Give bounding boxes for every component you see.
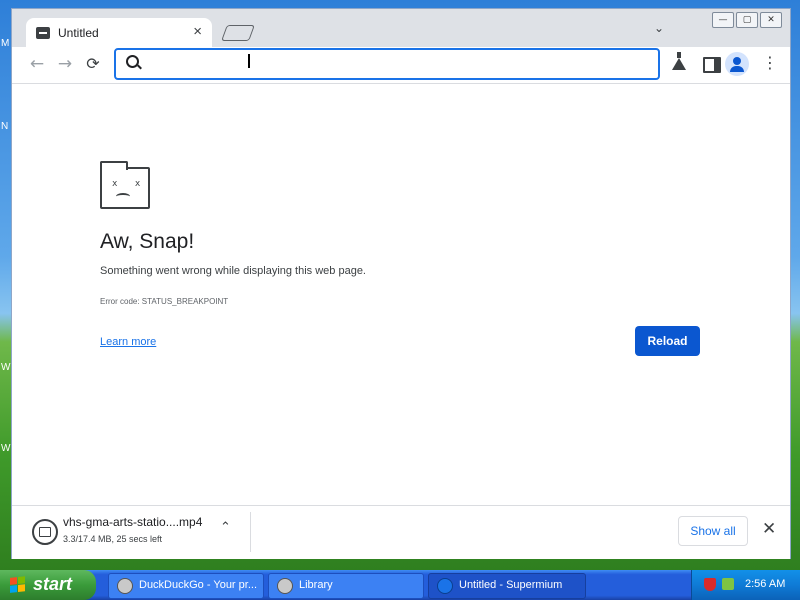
- error-title: Aw, Snap!: [100, 230, 195, 253]
- download-shelf: vhs-gma-arts-statio....mp4 3.3/17.4 MB, …: [12, 505, 790, 559]
- error-description: Something went wrong while displaying th…: [100, 265, 366, 277]
- taskbar-item-label: Library: [299, 579, 333, 591]
- sad-face-mouth: [116, 193, 130, 200]
- address-bar[interactable]: [114, 48, 660, 80]
- app-icon: [277, 578, 293, 594]
- profile-avatar-icon[interactable]: [725, 52, 749, 76]
- reload-button[interactable]: Reload: [635, 326, 700, 356]
- close-window-button[interactable]: ✕: [760, 12, 782, 28]
- supermium-icon: [437, 578, 453, 594]
- network-icon[interactable]: [722, 578, 734, 590]
- chevron-up-icon[interactable]: ⌃: [220, 520, 231, 535]
- taskbar-item-library[interactable]: Library: [268, 573, 424, 599]
- text-cursor-icon: [248, 54, 250, 68]
- desktop-icon-label[interactable]: N: [1, 121, 11, 132]
- search-icon: [126, 55, 139, 68]
- side-panel-icon[interactable]: [703, 57, 721, 73]
- sad-folder-icon: x x: [100, 161, 150, 209]
- tab-close-button[interactable]: ×: [193, 23, 202, 40]
- labs-flask-icon[interactable]: [672, 52, 686, 70]
- learn-more-link[interactable]: Learn more: [100, 336, 156, 348]
- browser-window: Untitled × ⌄ — ▢ ✕ ← → ⟳ ⋮ x x Aw, Snap!…: [11, 8, 791, 559]
- desktop-icon-label[interactable]: W: [1, 443, 11, 454]
- taskbar-item-label: DuckDuckGo - Your pr...: [139, 579, 257, 591]
- browser-toolbar: ← → ⟳ ⋮: [12, 47, 790, 84]
- sad-tab-icon: [36, 27, 50, 39]
- error-code: Error code: STATUS_BREAKPOINT: [100, 297, 229, 306]
- desktop-icon-label[interactable]: W: [1, 362, 11, 373]
- taskbar-item-label: Untitled - Supermium: [459, 579, 563, 591]
- window-controls: — ▢ ✕: [712, 12, 782, 28]
- show-all-button[interactable]: Show all: [678, 516, 748, 546]
- tab-search-button[interactable]: ⌄: [654, 21, 664, 35]
- download-divider: [250, 512, 251, 552]
- app-icon: [117, 578, 133, 594]
- reload-page-button[interactable]: ⟳: [81, 52, 105, 76]
- new-tab-button[interactable]: [221, 25, 255, 41]
- desktop-icon-label[interactable]: M: [1, 38, 11, 49]
- tab-title: Untitled: [58, 26, 99, 40]
- system-tray: 2:56 AM: [691, 570, 800, 600]
- close-download-shelf-button[interactable]: ✕: [762, 519, 776, 539]
- taskbar-item-supermium[interactable]: Untitled - Supermium: [428, 573, 586, 599]
- error-page: x x Aw, Snap! Something went wrong while…: [12, 84, 790, 505]
- windows-logo-icon: [10, 576, 26, 594]
- back-button[interactable]: ←: [25, 52, 49, 76]
- tab-strip: Untitled × ⌄ — ▢ ✕: [12, 9, 790, 48]
- address-input[interactable]: [148, 54, 652, 74]
- forward-button[interactable]: →: [53, 52, 77, 76]
- download-file-name[interactable]: vhs-gma-arts-statio....mp4: [63, 515, 202, 529]
- security-shield-icon[interactable]: [704, 578, 716, 591]
- video-file-icon: [32, 519, 58, 545]
- maximize-button[interactable]: ▢: [736, 12, 758, 28]
- minimize-button[interactable]: —: [712, 12, 734, 28]
- clock[interactable]: 2:56 AM: [745, 578, 785, 590]
- taskbar: start DuckDuckGo - Your pr... Library Un…: [0, 570, 800, 600]
- sad-face-eyes: x x: [112, 179, 147, 189]
- download-status: 3.3/17.4 MB, 25 secs left: [63, 534, 163, 544]
- browser-menu-button[interactable]: ⋮: [760, 54, 780, 74]
- tab-untitled[interactable]: Untitled ×: [26, 18, 212, 48]
- start-button[interactable]: start: [0, 570, 96, 600]
- taskbar-item-duckduckgo[interactable]: DuckDuckGo - Your pr...: [108, 573, 264, 599]
- start-label: start: [33, 574, 73, 594]
